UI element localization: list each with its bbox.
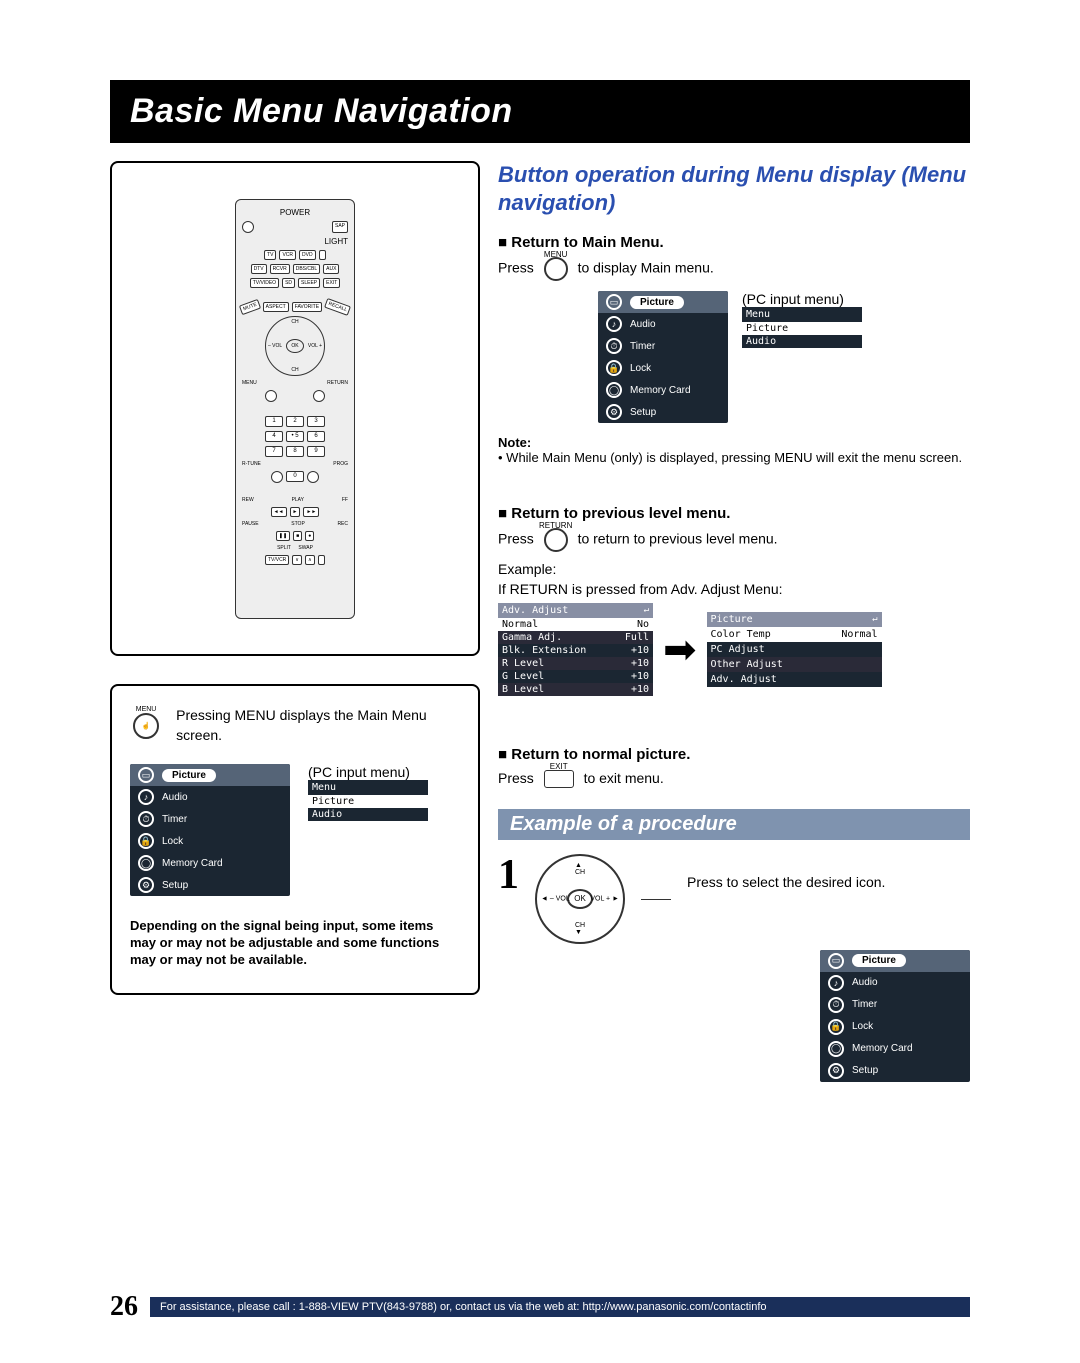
connector-line <box>641 899 671 900</box>
menu-icon <box>265 390 277 402</box>
pause-icon: ❚❚ <box>276 531 290 541</box>
dpad-icon: CH – VOL VOL + CH OK <box>265 316 325 376</box>
return-arrow-icon: ↵ <box>872 614 877 625</box>
menu-item-setup: ⚙Setup <box>130 874 290 896</box>
menu-press-row: MENU ☝ Pressing MENU displays the Main M… <box>130 706 460 746</box>
pc-input-block: (PC input menu) Menu Picture Audio <box>308 764 428 821</box>
picture-icon: ▭ <box>606 294 622 310</box>
picture-icon: ▭ <box>138 767 154 783</box>
page-title: Basic Menu Navigation <box>110 80 970 143</box>
rew-icon: ◄◄ <box>271 507 287 517</box>
timer-icon: ⏱ <box>606 338 622 354</box>
left-column: POWER SAP LIGHT TVVCRDVD DTVRCVRDBS/CBLA… <box>110 161 480 1082</box>
play-icon: ► <box>290 507 301 517</box>
menu-button-icon: MENU <box>544 257 568 281</box>
stop-icon: ■ <box>293 531 302 541</box>
menu-item-audio: ♪Audio <box>130 786 290 808</box>
rtune-icon <box>271 471 283 483</box>
lock-icon: 🔒 <box>138 833 154 849</box>
lock-icon: 🔒 <box>606 360 622 376</box>
audio-icon: ♪ <box>828 975 844 991</box>
arrow-right-icon: ➡ <box>663 627 697 673</box>
step-text: Press to select the desired icon. <box>687 854 970 890</box>
page-number: 26 <box>110 1291 138 1323</box>
power-icon <box>242 221 254 233</box>
pc-input-label: (PC input menu) <box>308 764 428 780</box>
menu-explanation-box: MENU ☝ Pressing MENU displays the Main M… <box>110 684 480 995</box>
menu-press-text: Pressing MENU displays the Main Menu scr… <box>176 706 460 745</box>
setup-icon: ⚙ <box>606 404 622 420</box>
return-arrow-icon: ↵ <box>644 605 649 616</box>
timer-icon: ⏱ <box>138 811 154 827</box>
main-menu-list: ▭Picture ♪Audio ⏱Timer 🔒Lock ◯Memory Car… <box>130 764 290 896</box>
menu-item-memory: ◯Memory Card <box>130 852 290 874</box>
example-heading: Example of a procedure <box>498 809 970 840</box>
menu-item-timer: ⏱Timer <box>130 808 290 830</box>
memory-icon: ◯ <box>606 382 622 398</box>
note-block: Note: • While Main Menu (only) is displa… <box>498 435 970 465</box>
menu-button-illustration: MENU ☝ <box>130 706 162 746</box>
pc-menu-small: Menu Picture Audio <box>742 307 862 348</box>
menu-item-lock: 🔒Lock <box>130 830 290 852</box>
manual-page: Basic Menu Navigation POWER SAP LIGHT TV… <box>0 0 1080 1363</box>
footer-assistance: For assistance, please call : 1-888-VIEW… <box>150 1297 970 1317</box>
setup-icon: ⚙ <box>138 877 154 893</box>
audio-icon: ♪ <box>138 789 154 805</box>
step-1: 1 ▲CH CH▼ ◄ – VOL VOL + ► OK Press to se… <box>498 854 970 944</box>
exit-button-icon <box>544 770 574 788</box>
main-menu-small: ▭Picture ♪Audio ⏱Timer 🔒Lock ◯Memory Car… <box>598 291 728 423</box>
prog-icon <box>307 471 319 483</box>
picture-icon: ▭ <box>828 953 844 969</box>
content-columns: POWER SAP LIGHT TVVCRDVD DTVRCVRDBS/CBLA… <box>110 161 970 1082</box>
return-main-text: Press MENU to display Main menu. <box>498 257 970 281</box>
memory-icon: ◯ <box>828 1041 844 1057</box>
page-footer: 26 For assistance, please call : 1-888-V… <box>110 1291 970 1323</box>
rec-icon: ● <box>305 531 314 541</box>
step-menu-list: ▭Picture ♪Audio ⏱Timer 🔒Lock ◯Memory Car… <box>820 950 970 1082</box>
dpad-illustration: ▲CH CH▼ ◄ – VOL VOL + ► OK <box>535 854 625 944</box>
setup-icon: ⚙ <box>828 1063 844 1079</box>
memory-icon: ◯ <box>138 855 154 871</box>
return-normal-heading: ■ Return to normal picture. <box>498 746 970 763</box>
timer-icon: ⏱ <box>828 997 844 1013</box>
return-icon <box>313 390 325 402</box>
return-button-icon: RETURN <box>544 528 568 552</box>
hand-press-icon: ☝ <box>133 713 159 739</box>
remote-illustration-box: POWER SAP LIGHT TVVCRDVD DTVRCVRDBS/CBLA… <box>110 161 480 656</box>
lock-icon: 🔒 <box>828 1019 844 1035</box>
section-heading: Button operation during Menu display (Me… <box>498 161 970 216</box>
right-column: Button operation during Menu display (Me… <box>498 161 970 1082</box>
return-main-heading: ■ Return to Main Menu. <box>498 234 970 251</box>
disclaimer-text: Depending on the signal being input, som… <box>130 918 460 969</box>
ff-icon: ►► <box>303 507 319 517</box>
remote-control: POWER SAP LIGHT TVVCRDVD DTVRCVRDBS/CBLA… <box>235 199 355 619</box>
menu-list-grid: ▭Picture ♪Audio ⏱Timer 🔒Lock ◯Memory Car… <box>130 764 460 896</box>
picture-menu-table: Picture↵ Color TempNormal PC Adjust Othe… <box>707 612 882 687</box>
audio-icon: ♪ <box>606 316 622 332</box>
menu-item-picture: ▭Picture <box>130 764 290 786</box>
adv-adjust-table: Adv. Adjust↵ NormalNo Gamma Adj.Full Blk… <box>498 603 653 696</box>
pc-menu-list: Menu Picture Audio <box>308 780 428 821</box>
